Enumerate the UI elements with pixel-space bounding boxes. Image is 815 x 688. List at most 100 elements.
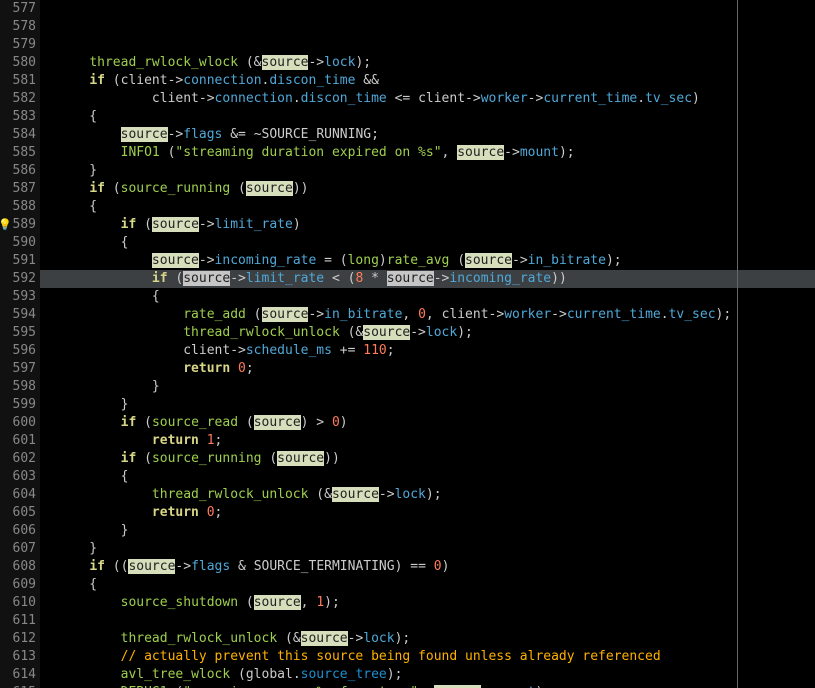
code-line[interactable]: }: [40, 378, 815, 396]
code-line[interactable]: if (source_running (source)): [40, 450, 815, 468]
token: lock: [395, 487, 426, 502]
code-line[interactable]: return 0;: [40, 360, 815, 378]
token: [58, 631, 121, 646]
code-line[interactable]: thread_rwlock_unlock (&source->lock);: [40, 324, 815, 342]
code-line[interactable]: }: [40, 522, 815, 540]
code-line[interactable]: thread_rwlock_unlock (&source->lock);: [40, 486, 815, 504]
code-line[interactable]: if (source->limit_rate): [40, 216, 815, 234]
token: discon_time: [269, 73, 355, 88]
line-number: 579: [0, 36, 36, 54]
code-line[interactable]: if (source->limit_rate < (8 * source->in…: [40, 270, 815, 288]
token: source: [457, 145, 504, 160]
code-line[interactable]: if (source_running (source)): [40, 180, 815, 198]
code-line[interactable]: // actually prevent this source being fo…: [40, 648, 815, 666]
token: incoming_rate: [449, 271, 551, 286]
token: worker: [481, 91, 528, 106]
token: ): [293, 217, 301, 232]
token: ->: [379, 487, 395, 502]
token: [58, 271, 152, 286]
token: .: [661, 307, 669, 322]
code-line[interactable]: {: [40, 576, 815, 594]
token: [58, 325, 183, 340]
token: ) ==: [395, 559, 434, 574]
token: thread_rwlock_wlock: [89, 55, 238, 70]
token: (: [449, 253, 465, 268]
code-line[interactable]: client->connection.discon_time <= client…: [40, 90, 815, 108]
token: [58, 343, 183, 358]
code-line[interactable]: }: [40, 540, 815, 558]
code-line[interactable]: if (source_read (source) > 0): [40, 414, 815, 432]
code-line[interactable]: {: [40, 234, 815, 252]
token: flags: [183, 127, 222, 142]
token: ;: [246, 361, 254, 376]
token: lock: [426, 325, 457, 340]
code-area[interactable]: thread_rwlock_wlock (&source->lock); if …: [40, 0, 815, 688]
token: ;: [215, 433, 223, 448]
token: ->: [504, 145, 520, 160]
token: ): [379, 253, 387, 268]
token: ->: [512, 253, 528, 268]
code-line[interactable]: if (client->connection.discon_time &&: [40, 72, 815, 90]
token: worker: [504, 307, 551, 322]
token: ->: [199, 217, 215, 232]
code-line[interactable]: thread_rwlock_wlock (&source->lock);: [40, 54, 815, 72]
line-number: 588: [0, 198, 36, 216]
line-number: 604: [0, 486, 36, 504]
token: ;: [215, 505, 223, 520]
token: [58, 415, 121, 430]
token: lock: [324, 55, 355, 70]
token: tv_sec: [669, 307, 716, 322]
code-line[interactable]: avl_tree_wlock (global.source_tree);: [40, 666, 815, 684]
token: source: [332, 487, 379, 502]
code-line[interactable]: {: [40, 288, 815, 306]
code-line[interactable]: client->schedule_ms += 110;: [40, 342, 815, 360]
code-line[interactable]: return 0;: [40, 504, 815, 522]
code-line[interactable]: }: [40, 396, 815, 414]
token: (: [230, 181, 246, 196]
token: ->: [465, 91, 481, 106]
code-line[interactable]: INFO1 ("streaming duration expired on %s…: [40, 144, 815, 162]
line-number: 587: [0, 180, 36, 198]
code-line[interactable]: return 1;: [40, 432, 815, 450]
token: source: [363, 325, 410, 340]
line-number: 601: [0, 432, 36, 450]
token: ->: [230, 343, 246, 358]
token: (: [160, 145, 176, 160]
token: ;: [371, 127, 379, 142]
token: SOURCE_TERMINATING: [254, 559, 395, 574]
code-line[interactable]: {: [40, 108, 815, 126]
code-line[interactable]: if ((source->flags & SOURCE_TERMINATING)…: [40, 558, 815, 576]
code-line[interactable]: thread_rwlock_unlock (&source->lock);: [40, 630, 815, 648]
token: [58, 55, 89, 70]
token: 0: [418, 307, 426, 322]
line-number: 596: [0, 342, 36, 360]
token: connection: [215, 91, 293, 106]
code-line[interactable]: DEBUG1 ("removing source %s from tree", …: [40, 684, 815, 688]
line-number: 615: [0, 684, 36, 688]
code-line[interactable]: source_shutdown (source, 1);: [40, 594, 815, 612]
token: // actually prevent this source being fo…: [121, 649, 661, 664]
code-line[interactable]: {: [40, 198, 815, 216]
code-line[interactable]: source->flags &= ~SOURCE_RUNNING;: [40, 126, 815, 144]
token: long: [348, 253, 379, 268]
code-line[interactable]: }: [40, 162, 815, 180]
token: [58, 253, 152, 268]
token: avl_tree_wlock: [121, 667, 231, 682]
code-line[interactable]: [40, 612, 815, 630]
token: [199, 505, 207, 520]
token: [58, 91, 152, 106]
token: (: [136, 451, 152, 466]
token: source: [254, 595, 301, 610]
token: {: [58, 109, 97, 124]
token: ,: [442, 145, 458, 160]
token: rate_add: [183, 307, 246, 322]
token: 0: [332, 415, 340, 430]
token: ): [692, 91, 700, 106]
code-line[interactable]: rate_add (source->in_bitrate, 0, client-…: [40, 306, 815, 324]
code-line[interactable]: source->incoming_rate = (long)rate_avg (…: [40, 252, 815, 270]
line-number: 582: [0, 90, 36, 108]
token: (&: [238, 55, 261, 70]
code-line[interactable]: {: [40, 468, 815, 486]
editor: 5775785795805815825835845855865875885895…: [0, 0, 815, 688]
token: limit_rate: [215, 217, 293, 232]
